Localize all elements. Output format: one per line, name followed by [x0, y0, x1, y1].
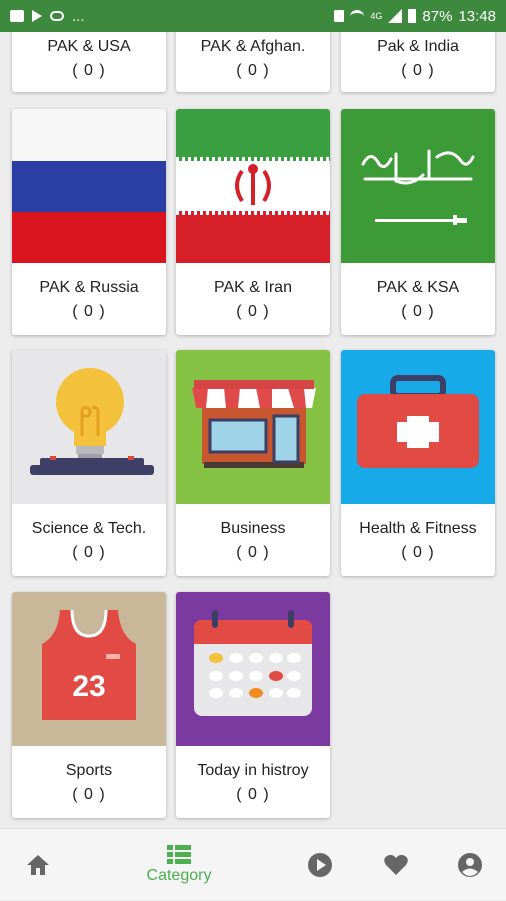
- card-pak-india[interactable]: Pak & India ( 0 ): [341, 32, 495, 92]
- card-title: PAK & USA: [47, 38, 131, 55]
- play-icon: [308, 853, 332, 877]
- home-icon: [27, 855, 49, 875]
- status-bar: ... 4G 87% 13:48: [0, 0, 506, 32]
- card-count: ( 0 ): [72, 62, 106, 79]
- bottom-navigation: Category: [0, 828, 506, 900]
- card-science-tech[interactable]: Science & Tech. ( 0 ): [12, 350, 166, 576]
- calendar-icon: [194, 610, 312, 716]
- card-count: ( 0 ): [236, 786, 270, 803]
- jersey-image: 23: [12, 592, 166, 746]
- nav-category[interactable]: Category: [136, 829, 222, 901]
- card-title: Today in histroy: [197, 762, 309, 779]
- card-title: Pak & India: [377, 38, 459, 55]
- first-aid-image: [341, 350, 495, 504]
- cloud-icon: [50, 11, 64, 21]
- clock: 13:48: [458, 7, 496, 25]
- battery-level: 87%: [422, 7, 453, 25]
- nav-category-label: Category: [146, 867, 212, 884]
- card-title: PAK & KSA: [376, 279, 460, 296]
- category-icon: [167, 845, 191, 864]
- account-icon: [458, 853, 482, 877]
- card-pak-iran[interactable]: PAK & Iran ( 0 ): [176, 109, 330, 335]
- card-count: ( 0 ): [236, 303, 270, 320]
- calendar-image: [176, 592, 330, 746]
- jersey-icon: 23: [42, 609, 136, 720]
- first-aid-icon: [357, 375, 479, 468]
- nav-account[interactable]: [446, 829, 494, 901]
- card-title: PAK & Afghan.: [200, 38, 306, 55]
- iran-flag-image: [176, 109, 330, 263]
- card-count: ( 0 ): [72, 786, 106, 803]
- signal-icon: [388, 9, 403, 23]
- wifi-icon: [350, 9, 365, 23]
- card-count: ( 0 ): [401, 544, 435, 561]
- shop-icon: [192, 380, 316, 468]
- category-grid: PAK & USA ( 0 ) PAK & Afghan. ( 0 ) Pak …: [0, 32, 506, 828]
- more-notifications: ...: [72, 7, 85, 25]
- card-title: Health & Fitness: [359, 520, 477, 537]
- network-type: 4G: [370, 11, 383, 21]
- card-count: ( 0 ): [401, 62, 435, 79]
- battery-icon: [408, 9, 417, 23]
- nav-play[interactable]: [296, 829, 344, 901]
- card-pak-russia[interactable]: PAK & Russia ( 0 ): [12, 109, 166, 335]
- heart-icon: [384, 854, 408, 875]
- card-sports[interactable]: 23 Sports ( 0 ): [12, 592, 166, 818]
- card-pak-ksa[interactable]: PAK & KSA ( 0 ): [341, 109, 495, 335]
- flag-icon: [32, 10, 42, 22]
- iran-emblem-icon: [235, 164, 271, 205]
- card-count: ( 0 ): [72, 544, 106, 561]
- image-icon: [10, 10, 24, 22]
- russia-flag-image: [12, 109, 166, 263]
- card-title: PAK & Iran: [214, 279, 292, 296]
- jersey-number: 23: [72, 670, 105, 703]
- card-title: PAK & Russia: [39, 279, 139, 296]
- lightbulb-icon: [30, 368, 154, 475]
- card-count: ( 0 ): [236, 62, 270, 79]
- card-title: Science & Tech.: [31, 520, 147, 537]
- saudi-flag-image: [341, 109, 495, 263]
- card-title: Sports: [65, 762, 113, 779]
- card-title: Business: [220, 520, 286, 537]
- card-count: ( 0 ): [72, 303, 106, 320]
- card-pak-afghan[interactable]: PAK & Afghan. ( 0 ): [176, 32, 330, 92]
- card-health-fitness[interactable]: Health & Fitness ( 0 ): [341, 350, 495, 576]
- saudi-script-icon: [361, 149, 475, 225]
- card-business[interactable]: Business ( 0 ): [176, 350, 330, 576]
- card-today-in-history[interactable]: Today in histroy ( 0 ): [176, 592, 330, 818]
- nav-favorites[interactable]: [372, 829, 420, 901]
- card-pak-usa[interactable]: PAK & USA ( 0 ): [12, 32, 166, 92]
- card-count: ( 0 ): [401, 303, 435, 320]
- lightbulb-image: [12, 350, 166, 504]
- save-icon: [334, 10, 345, 22]
- nav-home[interactable]: [14, 829, 62, 901]
- shop-image: [176, 350, 330, 504]
- card-count: ( 0 ): [236, 544, 270, 561]
